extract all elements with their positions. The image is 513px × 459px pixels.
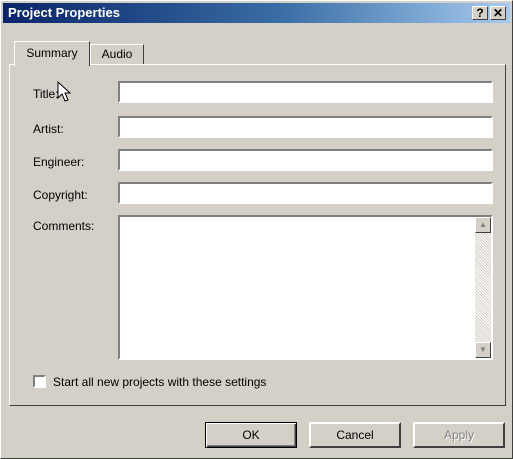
tab-summary[interactable]: Summary xyxy=(14,41,90,66)
help-button[interactable]: ? xyxy=(472,6,488,20)
window-title: Project Properties xyxy=(8,5,120,20)
title-bar[interactable]: Project Properties ? ✕ xyxy=(3,3,510,23)
mouse-pointer-icon xyxy=(57,81,72,102)
ok-button[interactable]: OK xyxy=(205,422,297,448)
copyright-label: Copyright: xyxy=(33,188,88,202)
project-properties-dialog: Project Properties ? ✕ Summary Audio Tit… xyxy=(0,0,513,459)
comments-label: Comments: xyxy=(33,219,95,233)
tab-audio[interactable]: Audio xyxy=(90,44,144,65)
engineer-label: Engineer: xyxy=(33,155,85,169)
copyright-field[interactable] xyxy=(118,182,493,204)
artist-field[interactable] xyxy=(118,116,493,138)
artist-label: Artist: xyxy=(33,122,64,136)
default-settings-checkbox[interactable] xyxy=(33,375,46,388)
title-field[interactable] xyxy=(118,81,493,103)
cancel-button[interactable]: Cancel xyxy=(309,422,401,448)
scroll-down-icon[interactable]: ▼ xyxy=(475,342,491,358)
title-label: Title: xyxy=(33,87,59,101)
close-button[interactable]: ✕ xyxy=(490,6,506,20)
engineer-field[interactable] xyxy=(118,149,493,171)
comments-textarea[interactable]: ▲ ▼ xyxy=(118,215,493,360)
default-settings-label[interactable]: Start all new projects with these settin… xyxy=(53,375,266,389)
scroll-up-icon[interactable]: ▲ xyxy=(475,217,491,233)
apply-button[interactable]: Apply xyxy=(413,422,505,448)
comments-scrollbar[interactable]: ▲ ▼ xyxy=(475,217,491,358)
